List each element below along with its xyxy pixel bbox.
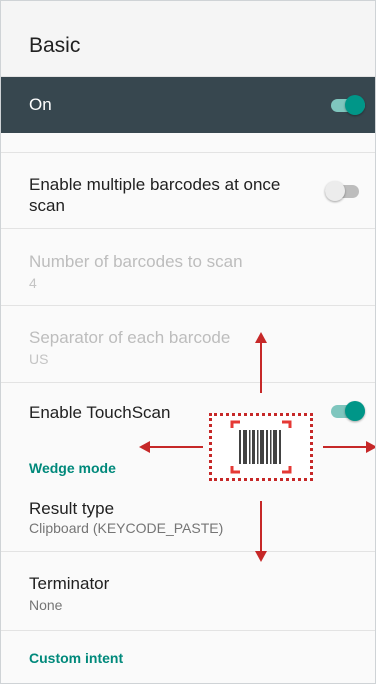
setting-terminator[interactable]: Terminator None <box>1 553 375 631</box>
section-header-wedge-mode: Wedge mode <box>29 460 116 476</box>
arrow-down-line <box>260 501 262 553</box>
master-switch-toggle[interactable] <box>331 95 365 115</box>
arrow-right-icon <box>366 441 375 453</box>
setting-result-type[interactable]: Result type Clipboard (KEYCODE_PASTE) <box>1 486 375 552</box>
arrow-up-line <box>260 341 262 393</box>
setting-value: US <box>29 351 49 367</box>
settings-screen: Basic On Enable multiple barcodes at onc… <box>0 0 376 684</box>
setting-value: Clipboard (KEYCODE_PASTE) <box>29 520 224 536</box>
arrow-down-icon <box>255 551 267 562</box>
setting-touchscan[interactable]: Enable TouchScan <box>1 384 375 442</box>
title-bar: Basic <box>1 1 375 77</box>
setting-value: None <box>29 597 63 613</box>
barcode-icon <box>230 420 292 474</box>
setting-value: 4 <box>29 275 37 291</box>
setting-label: Enable TouchScan <box>29 403 171 422</box>
setting-label: Enable multiple barcodes at once scan <box>29 175 281 215</box>
setting-multiple-barcodes[interactable]: Enable multiple barcodes at once scan <box>1 154 375 229</box>
setting-number-of-barcodes: Number of barcodes to scan 4 <box>1 230 375 306</box>
section-header-custom-intent: Custom intent <box>29 650 124 666</box>
arrow-left-icon <box>139 441 150 453</box>
setting-label: Result type <box>29 499 115 518</box>
master-switch-bar[interactable]: On <box>1 77 375 133</box>
toggle-thumb <box>325 181 345 201</box>
multiple-barcodes-toggle[interactable] <box>325 181 359 201</box>
toggle-thumb <box>345 401 365 421</box>
setting-label: Terminator <box>29 574 110 593</box>
arrow-left-line <box>149 446 203 448</box>
touchscan-toggle[interactable] <box>331 401 365 421</box>
divider <box>1 133 375 153</box>
setting-separator: Separator of each barcode US <box>1 307 375 383</box>
master-switch-label: On <box>29 95 52 114</box>
page-title: Basic <box>29 34 81 57</box>
toggle-thumb <box>345 95 365 115</box>
touchscan-button[interactable] <box>209 413 313 481</box>
setting-label: Separator of each barcode <box>29 328 231 347</box>
arrow-right-line <box>323 446 367 448</box>
arrow-up-icon <box>255 332 267 343</box>
setting-label: Number of barcodes to scan <box>29 252 243 271</box>
